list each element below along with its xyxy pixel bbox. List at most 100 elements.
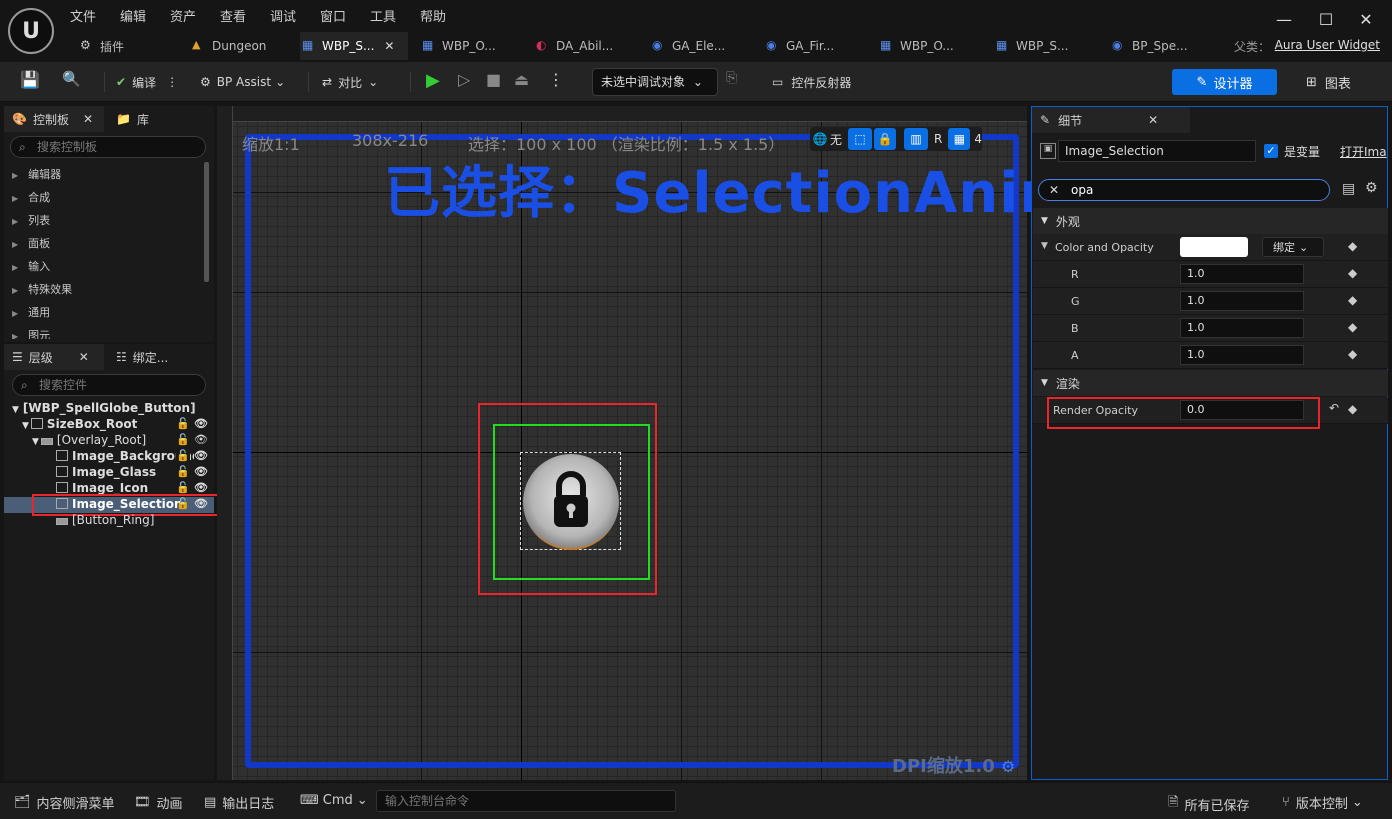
dpi-settings-icon[interactable]: ⚙	[1001, 757, 1015, 776]
globe-icon[interactable]: 🌐	[810, 132, 830, 146]
menu-tools[interactable]: 工具	[370, 6, 396, 25]
keyframe-icon[interactable]: ◆	[1348, 239, 1357, 253]
palette-category-composite[interactable]: 合成	[12, 189, 50, 205]
channel-g-field[interactable]: 1.0	[1180, 291, 1304, 311]
graph-mode-button[interactable]: ⊞ 图表	[1306, 69, 1351, 95]
eye-icon[interactable]: 👁	[194, 433, 208, 446]
tab-da-abil[interactable]: ◐ DA_Abil...	[534, 32, 634, 60]
widget-name-field[interactable]: Image_Selection	[1058, 140, 1256, 162]
tree-row[interactable]: ▼ [Overlay_Root] 🔓 👁	[4, 433, 214, 449]
close-tab-icon[interactable]: ✕	[83, 112, 93, 126]
bindings-tab[interactable]: ☷ 绑定...	[108, 344, 208, 370]
palette-tab[interactable]: 🎨 控制板 ✕	[4, 106, 104, 132]
settings-icon[interactable]: ⚙	[1365, 180, 1378, 196]
more-icon[interactable]: ⋮	[548, 70, 564, 94]
marquee-icon[interactable]: ⬚	[848, 128, 873, 150]
close-tab-icon[interactable]: ✕	[79, 350, 89, 364]
hierarchy-tab[interactable]: ☰ 层级 ✕	[4, 344, 104, 370]
menu-edit[interactable]: 编辑	[120, 6, 146, 25]
tab-wbp-o-2[interactable]: ▦ WBP_O...	[878, 32, 978, 60]
collapse-icon[interactable]: ▼	[1041, 241, 1048, 251]
diff-button[interactable]: ⇄ 对比 ⌄	[322, 70, 378, 94]
more-icon[interactable]: ⋮	[166, 75, 178, 89]
keyframe-icon[interactable]: ◆	[1348, 347, 1357, 361]
unreal-logo-icon[interactable]: U	[8, 8, 54, 54]
minimize-icon[interactable]: —	[1274, 10, 1294, 30]
table-view-icon[interactable]: ▤	[1342, 181, 1355, 197]
tree-row[interactable]: [Button_Ring]	[4, 513, 214, 529]
channel-r-field[interactable]: 1.0	[1180, 264, 1304, 284]
open-image-link[interactable]: 打开Ima	[1340, 143, 1388, 160]
eye-icon[interactable]: 👁	[194, 465, 208, 478]
stop-icon[interactable]: ■	[486, 70, 501, 94]
section-appearance[interactable]: ▼ 外观	[1033, 208, 1388, 234]
widget-reflector-button[interactable]: ▭ 控件反射器	[772, 70, 851, 94]
menu-view[interactable]: 查看	[220, 6, 246, 25]
snap-rotation-label[interactable]: R	[934, 132, 942, 146]
lock-icon[interactable]: 🔓	[176, 465, 190, 478]
lock-icon[interactable]: 🔓	[176, 481, 190, 494]
palette-category-editor[interactable]: 编辑器	[12, 166, 61, 182]
lock-icon[interactable]: 🔓	[176, 433, 190, 446]
eye-icon[interactable]: 👁	[194, 417, 208, 430]
eject-icon[interactable]: ⏏	[514, 70, 529, 94]
lock-icon[interactable]: 🔓	[176, 449, 190, 462]
menu-debug[interactable]: 调试	[270, 6, 296, 25]
color-swatch[interactable]	[1180, 237, 1248, 257]
tab-ga-fir[interactable]: ◉ GA_Fir...	[764, 32, 864, 60]
respect-locks-icon[interactable]: ▥	[904, 128, 929, 150]
menu-file[interactable]: 文件	[70, 6, 96, 25]
palette-category-effects[interactable]: 特殊效果	[12, 281, 72, 297]
close-tab-icon[interactable]: ✕	[1148, 113, 1158, 127]
keyframe-icon[interactable]: ◆	[1348, 266, 1357, 280]
keyframe-icon[interactable]: ◆	[1348, 320, 1357, 334]
localization-toggle-label[interactable]: 无	[830, 131, 842, 148]
lock-icon[interactable]: 🔓	[176, 417, 190, 430]
keyframe-icon[interactable]: ◆	[1348, 293, 1357, 307]
tab-wbp-spellglobe[interactable]: ▦ WBP_S... ✕	[300, 32, 408, 60]
is-variable-checkbox[interactable]: ✓	[1264, 144, 1278, 158]
palette-category-list[interactable]: 列表	[12, 212, 50, 228]
play-icon[interactable]: ▶	[426, 70, 440, 94]
grid-size-label[interactable]: 4	[974, 132, 982, 146]
expand-icon[interactable]: ▼	[22, 421, 29, 431]
step-icon[interactable]: ▷	[458, 70, 470, 94]
keyframe-icon[interactable]: ◆	[1348, 402, 1357, 416]
tab-plugins[interactable]: ⚙ 插件	[78, 32, 174, 60]
library-tab[interactable]: 📁 库	[108, 106, 208, 132]
content-drawer-button[interactable]: 🗂 内容侧滑菜单	[14, 793, 115, 812]
clear-filter-icon[interactable]: ✕	[1049, 180, 1059, 200]
channel-a-field[interactable]: 1.0	[1180, 345, 1304, 365]
eye-icon[interactable]: 👁	[194, 481, 208, 494]
tab-wbp-o-1[interactable]: ▦ WBP_O...	[420, 32, 520, 60]
reset-icon[interactable]: ↶	[1329, 401, 1339, 415]
compile-button[interactable]: ✔ 编译 ⋮	[116, 70, 178, 94]
close-tab-icon[interactable]: ✕	[384, 39, 394, 53]
browse-icon[interactable]: 🔍	[62, 70, 81, 94]
animation-button[interactable]: 🎞 动画	[134, 793, 183, 812]
bp-assist-button[interactable]: ⚙ BP Assist ⌄	[200, 70, 285, 94]
tab-wbp-s-2[interactable]: ▦ WBP_S...	[994, 32, 1094, 60]
channel-b-field[interactable]: 1.0	[1180, 318, 1304, 338]
palette-category-panel[interactable]: 面板	[12, 235, 50, 251]
menu-asset[interactable]: 资产	[170, 6, 196, 25]
debug-browse-icon[interactable]: ⎘	[726, 70, 737, 94]
hierarchy-search-input[interactable]: ⌕ 搜索控件	[12, 374, 206, 396]
tab-bp-spe[interactable]: ◉ BP_Spe...	[1110, 32, 1210, 60]
grid-snap-icon[interactable]: ▦	[948, 128, 971, 150]
details-tab[interactable]: ✎ 细节 ✕	[1032, 107, 1190, 133]
menu-help[interactable]: 帮助	[420, 6, 446, 25]
expand-icon[interactable]: ▼	[32, 437, 39, 447]
tab-ga-ele[interactable]: ◉ GA_Ele...	[650, 32, 750, 60]
palette-category-primitive[interactable]: 图元	[12, 327, 50, 339]
bind-dropdown[interactable]: 绑定 ⌄	[1262, 237, 1324, 257]
details-filter-input[interactable]: ✕ opa	[1038, 179, 1330, 201]
designer-mode-button[interactable]: ✎ 设计器	[1172, 69, 1277, 95]
eye-icon[interactable]: 👁	[194, 449, 208, 462]
palette-scrollbar[interactable]	[204, 162, 209, 282]
version-control-button[interactable]: ⑂ 版本控制 ⌄	[1282, 793, 1363, 812]
parent-class-link[interactable]: Aura User Widget	[1275, 38, 1380, 52]
tree-row[interactable]: Image_Glass 🔓 👁	[4, 465, 214, 481]
tree-row[interactable]: ▼ SizeBox_Root 🔓 👁	[4, 417, 214, 433]
palette-category-input[interactable]: 输入	[12, 258, 50, 274]
